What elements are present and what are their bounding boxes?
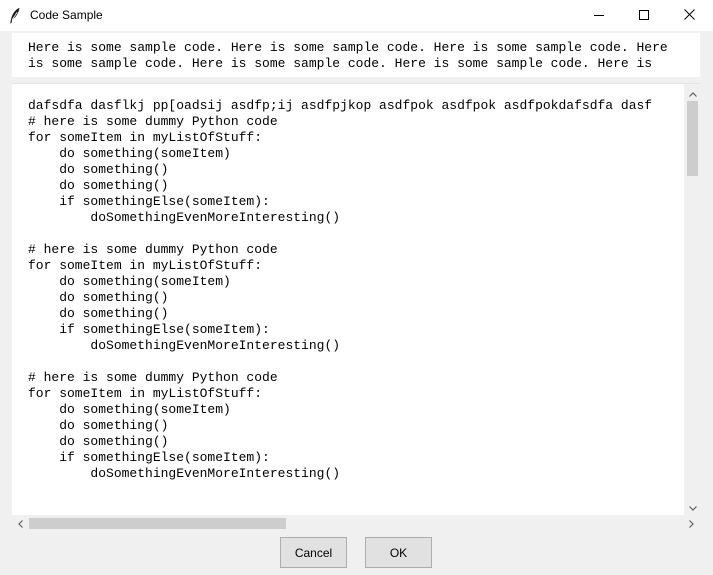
- title-bar[interactable]: Code Sample: [0, 0, 713, 31]
- close-icon: [683, 7, 695, 25]
- chevron-right-icon: [689, 515, 694, 533]
- chevron-left-icon: [18, 515, 23, 533]
- scroll-down-button[interactable]: [684, 498, 701, 515]
- feather-icon: [9, 7, 21, 24]
- header-line: is some sample code. Here is some sample…: [28, 56, 653, 71]
- maximize-icon: [639, 7, 649, 25]
- code-content: dafsdfa dasflkj pp[oadsij asdfp;ij asdfp…: [28, 98, 653, 481]
- vertical-scroll-thumb[interactable]: [687, 101, 698, 176]
- horizontal-scrollbar[interactable]: [12, 515, 700, 532]
- code-text-area[interactable]: dafsdfa dasflkj pp[oadsij asdfp;ij asdfp…: [12, 83, 700, 515]
- ok-button[interactable]: OK: [365, 537, 432, 568]
- code-sample-window: Code Sample Here is some sample code. He…: [0, 0, 713, 575]
- maximize-button[interactable]: [621, 0, 667, 31]
- chevron-up-icon: [688, 84, 697, 102]
- window-title: Code Sample: [30, 8, 103, 22]
- chevron-down-icon: [688, 498, 697, 516]
- cancel-button[interactable]: Cancel: [280, 537, 347, 568]
- close-button[interactable]: [666, 0, 712, 31]
- scroll-up-button[interactable]: [684, 84, 701, 101]
- scroll-left-button[interactable]: [12, 515, 29, 532]
- scroll-right-button[interactable]: [683, 515, 700, 532]
- header-line: Here is some sample code. Here is some s…: [28, 40, 668, 55]
- horizontal-scroll-thumb[interactable]: [29, 518, 286, 529]
- header-text-area[interactable]: Here is some sample code. Here is some s…: [12, 33, 700, 77]
- minimize-button[interactable]: [576, 0, 622, 31]
- minimize-icon: [594, 7, 604, 25]
- vertical-scrollbar[interactable]: [684, 84, 701, 515]
